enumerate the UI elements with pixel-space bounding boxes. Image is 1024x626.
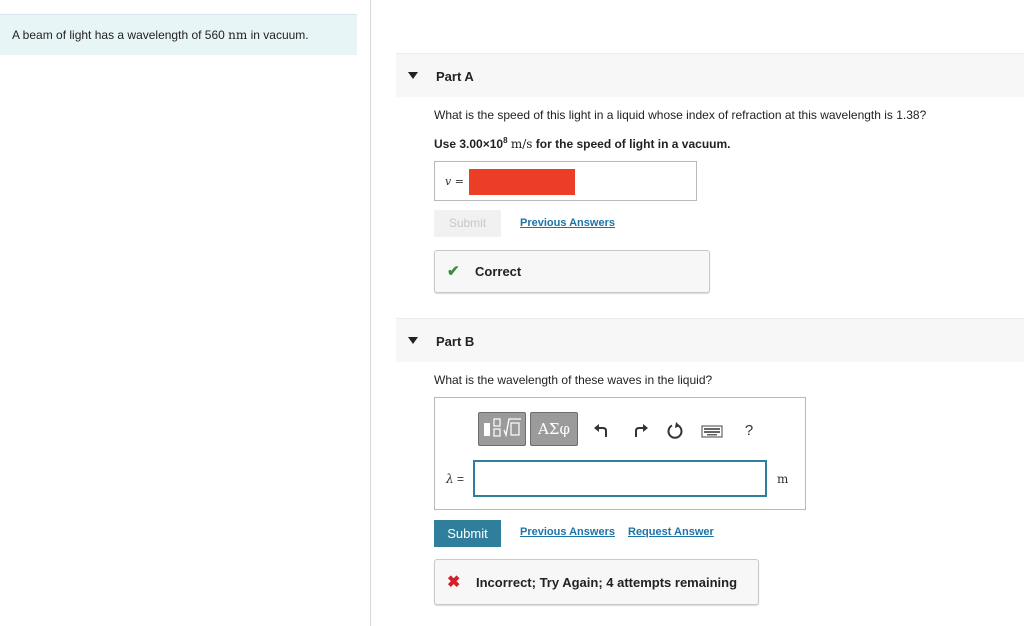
lambda-label: λ =	[446, 472, 464, 486]
hint-prefix: Use 3.00×10	[434, 137, 504, 151]
part-b-submit-button[interactable]: Submit	[434, 520, 501, 547]
wavelength-answer-input[interactable]	[473, 460, 767, 497]
lambda-equals: =	[453, 472, 464, 486]
hint-unit: m/s	[510, 137, 533, 151]
part-a-previous-answers-link[interactable]: Previous Answers	[520, 217, 615, 229]
undo-icon[interactable]	[592, 421, 612, 447]
part-b-title: Part B	[436, 334, 475, 349]
part-a-title: Part A	[436, 69, 474, 84]
unit-label: m	[777, 472, 789, 486]
problem-text-suffix: in vacuum.	[247, 28, 309, 42]
incorrect-x-icon: ✖	[447, 574, 461, 591]
request-answer-link[interactable]: Request Answer	[628, 526, 714, 538]
checkmark-icon: ✔	[447, 263, 460, 280]
help-button[interactable]: ?	[739, 421, 759, 441]
symbols-button[interactable]: ΑΣφ	[530, 412, 578, 446]
part-a-feedback: ✔ Correct	[434, 250, 710, 293]
feedback-incorrect-text: Incorrect; Try Again; 4 attempts remaini…	[476, 575, 738, 590]
hint-suffix: for the speed of light in a vacuum.	[535, 137, 731, 151]
part-a-hint: Use 3.00×108 m/s for the speed of light …	[434, 136, 731, 151]
problem-unit: nm	[228, 28, 248, 42]
feedback-correct-text: Correct	[475, 264, 522, 279]
redo-icon[interactable]	[630, 421, 650, 447]
templates-button[interactable]	[478, 412, 526, 446]
part-a-submit-button[interactable]: Submit	[434, 210, 501, 237]
variable-label: v =	[445, 175, 464, 188]
part-b-previous-answers-link[interactable]: Previous Answers	[520, 526, 615, 538]
collapse-triangle-icon[interactable]	[408, 337, 418, 344]
part-a-question: What is the speed of this light in a liq…	[434, 108, 927, 122]
redacted-answer	[469, 169, 575, 195]
problem-panel: A beam of light has a wavelength of 560 …	[0, 0, 371, 626]
part-b-feedback: ✖ Incorrect; Try Again; 4 attempts remai…	[434, 559, 759, 605]
keyboard-icon[interactable]	[701, 421, 723, 447]
hint-exponent: 8	[503, 136, 508, 145]
part-a-header[interactable]: Part A	[396, 53, 1024, 97]
problem-statement: A beam of light has a wavelength of 560 …	[0, 14, 357, 55]
collapse-triangle-icon[interactable]	[408, 72, 418, 79]
part-b-header[interactable]: Part B	[396, 318, 1024, 362]
part-b-question: What is the wavelength of these waves in…	[434, 373, 713, 387]
lambda-symbol: λ	[446, 472, 454, 486]
part-a-answer-box: v =	[434, 161, 697, 201]
problem-text-prefix: A beam of light has a wavelength of 560	[12, 28, 229, 42]
reset-icon[interactable]	[665, 421, 685, 447]
templates-icon	[484, 418, 521, 438]
